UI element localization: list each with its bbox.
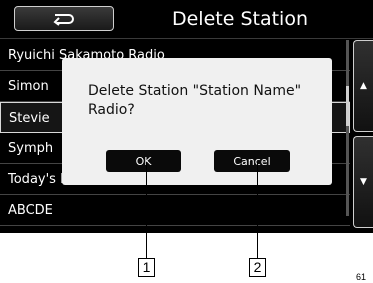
callout-line-2 [257, 162, 258, 258]
callout-line-1 [146, 162, 147, 258]
page-number: 61 [356, 272, 367, 282]
screen: Delete Station Ryuichi Sakamoto Radio Si… [0, 0, 373, 233]
back-button[interactable] [14, 6, 114, 31]
side-scroll-panel: ▲ ▼ [353, 40, 373, 232]
station-name: Simon [8, 79, 49, 94]
cancel-button-label: Cancel [233, 154, 271, 168]
page-title: Delete Station [171, 8, 308, 30]
callout-label-1: 1 [138, 258, 155, 277]
header-bar: Delete Station [0, 0, 373, 39]
callout-label-2: 2 [249, 258, 266, 277]
scroll-down-button[interactable]: ▼ [353, 136, 373, 228]
scroll-up-button[interactable]: ▲ [353, 40, 373, 132]
triangle-up-icon: ▲ [360, 81, 367, 91]
scrollbar-thumb[interactable] [346, 86, 349, 126]
station-name: Symph [8, 141, 54, 156]
dialog-message: Delete Station "Station Name" Radio? [88, 83, 302, 118]
station-name: Stevie [9, 111, 50, 126]
delete-confirm-dialog: Delete Station "Station Name" Radio? OK … [62, 58, 332, 185]
triangle-down-icon: ▼ [360, 177, 367, 187]
cancel-button[interactable]: Cancel [214, 150, 290, 172]
return-arrow-icon [53, 13, 74, 26]
ok-button[interactable]: OK [106, 150, 181, 172]
station-list-item[interactable]: ABCDE [0, 195, 350, 226]
station-name: ABCDE [8, 203, 53, 218]
ok-button-label: OK [135, 154, 152, 168]
scrollbar-track[interactable] [346, 40, 349, 216]
